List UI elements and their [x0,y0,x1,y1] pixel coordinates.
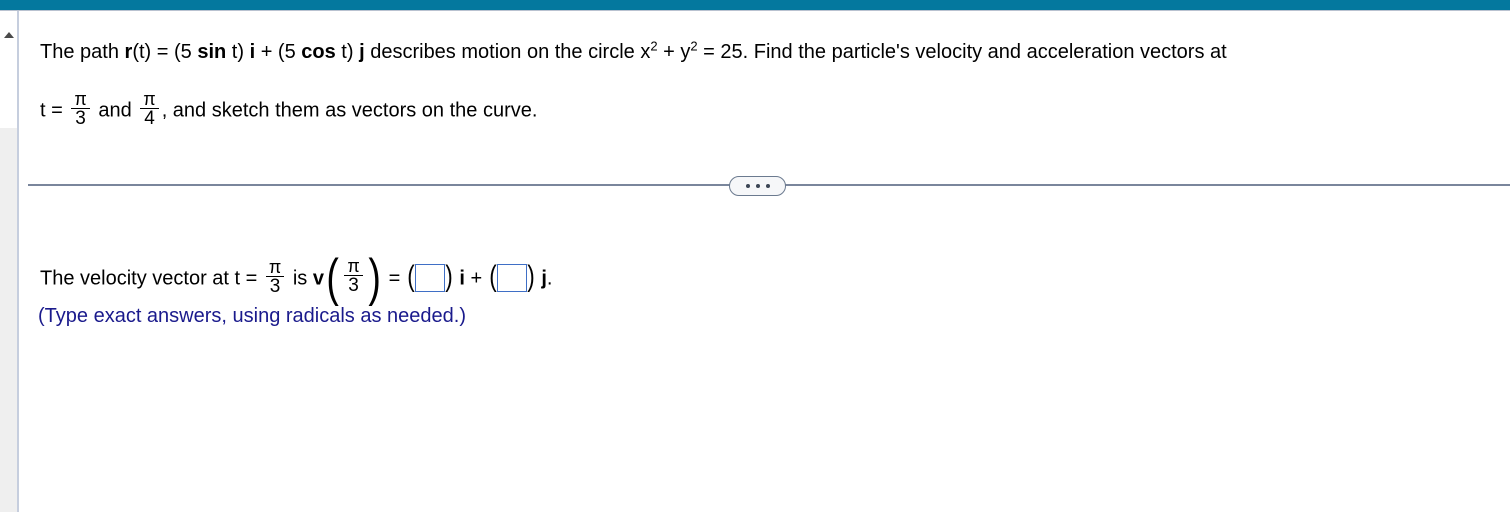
fraction-v-pi-over-3: π3 [344,256,363,296]
fraction-numerator: π [143,89,156,109]
question-text-line-2: t = π3 and π4, and sketch them as vector… [40,89,538,130]
answer-box2-open-paren: ( [489,260,497,293]
answer-seg7: . [546,267,553,290]
answer-input-j-component[interactable] [496,264,527,292]
answer-prompt-line: The velocity vector at t = π3 is v(π 3) =… [40,249,553,307]
question-seg6: describes motion on the circle x [364,41,651,63]
question-seg2: (t) = (5 [132,41,198,63]
fraction-denominator: 3 [348,275,359,296]
open-paren: ( [326,249,339,307]
fraction-numerator: π [347,256,360,276]
dot-icon [745,184,750,188]
answer-box1-open-paren: ( [407,260,415,293]
answer-seg1: The velocity vector at t = [40,267,263,290]
fraction-t-pi-over-3: π3 [265,257,285,297]
question-seg8: = 25. Find the particle's velocity and a… [697,41,1227,63]
question-seg3: t) [226,41,250,63]
question-seg4: + (5 [255,41,302,63]
answer-instruction-text: (Type exact answers, using radicals as n… [38,305,466,327]
scrollbar-track[interactable] [0,128,17,512]
answer-seg5: + [464,267,488,290]
app-top-bar [0,0,1510,10]
question-seg7: + y [657,41,691,63]
dot-icon [755,184,760,188]
question-seg5: t) [335,41,360,63]
problem-content-pane: The path r(t) = (5 sin t) i + (5 cos t) … [19,11,1510,512]
velocity-argument-group: (π 3) [324,249,383,307]
dot-icon [765,184,770,188]
scroll-up-arrow-icon[interactable] [4,32,14,38]
fraction-numerator: π [268,257,282,277]
question-line2-seg2: and [92,99,138,122]
question-text-line-1: The path r(t) = (5 sin t) i + (5 cos t) … [40,39,1227,63]
question-seg1: The path [40,41,125,63]
fraction-numerator: π [74,89,87,109]
fraction-denominator: 3 [75,108,86,129]
question-line2-seg1: t = [40,99,69,122]
divider-more-options-button[interactable] [729,176,786,196]
answer-box2-close-paren: ) [527,260,535,293]
fraction-pi-over-4: π4 [140,89,159,129]
x-exponent: 2 [650,38,658,54]
question-line2-seg3: , and sketch them as vectors on the curv… [161,99,538,122]
sin-function-label: sin [197,41,227,63]
fraction-pi-over-3: π3 [71,89,90,129]
fraction-denominator: 3 [269,276,281,297]
answer-input-i-component[interactable] [414,264,445,292]
fraction-denominator: 4 [144,108,155,129]
vertical-scrollbar[interactable] [0,11,17,512]
velocity-vector-v-symbol: v [312,267,324,290]
close-paren: ) [368,249,381,307]
answer-box1-close-paren: ) [445,260,453,293]
y-exponent: 2 [690,38,698,54]
answer-seg2: is [287,267,313,290]
answer-seg3: = [383,267,406,290]
cos-function-label: cos [301,41,336,63]
